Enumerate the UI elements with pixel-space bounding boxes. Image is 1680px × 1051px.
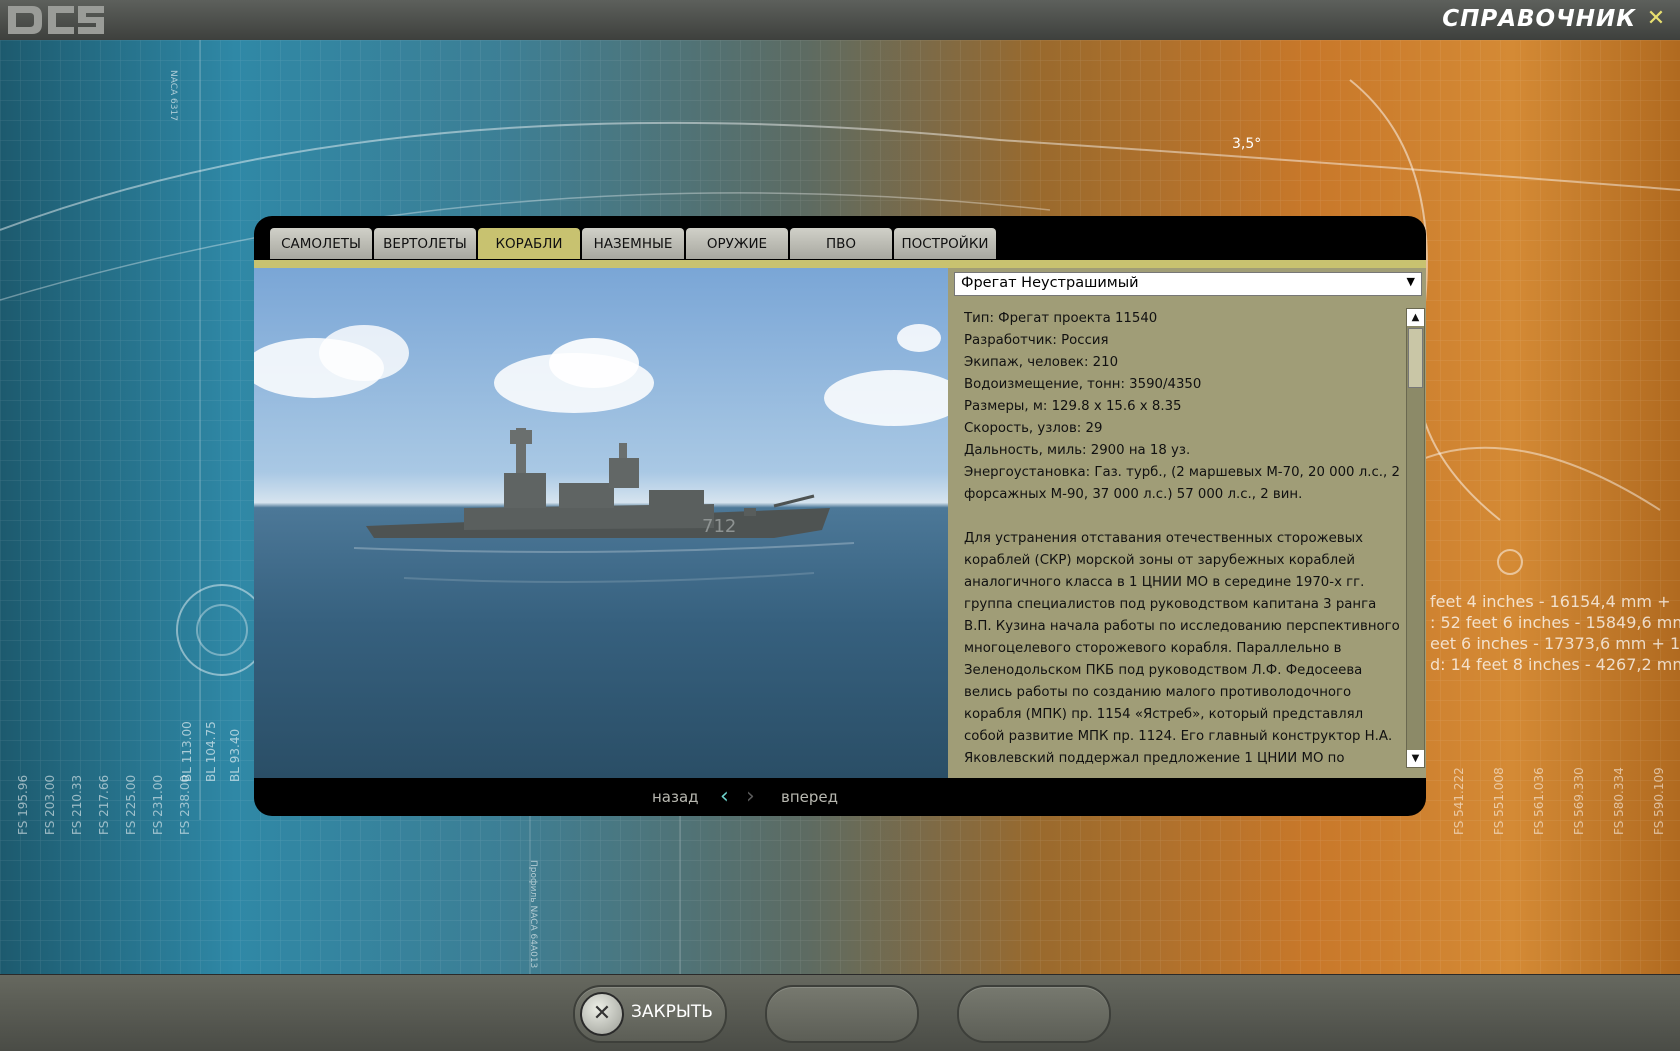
close-icon[interactable]: ✕ <box>1644 6 1668 32</box>
unit-preview-image: 712 <box>254 268 948 778</box>
hull-number: 712 <box>702 516 736 537</box>
station-label: BL 113.00 <box>180 721 194 782</box>
close-circle-icon: ✕ <box>580 992 624 1036</box>
image-navigation: назад ‹ › вперед <box>254 778 1426 816</box>
close-button-label: ЗАКРЫТЬ <box>631 1002 713 1022</box>
dimension-label: feet 4 inches - 16154,4 mm + <box>1430 592 1671 611</box>
unit-select-dropdown[interactable]: Фрегат Неустрашимый ▼ <box>954 272 1422 296</box>
naca-label: NACA 6317 <box>168 70 178 121</box>
spec-line: Водоизмещение, тонн: 3590/4350 <box>964 377 1202 392</box>
spec-line: Тип: Фрегат проекта 11540 <box>964 311 1158 326</box>
tab-4[interactable]: ОРУЖИЕ <box>686 228 788 259</box>
dimension-label: d: 14 feet 8 inches - 4267,2 mm <box>1430 655 1680 674</box>
spec-line: Размеры, м: 129.8 x 15.6 x 8.35 <box>964 399 1182 414</box>
close-button[interactable]: ✕ ЗАКРЫТЬ <box>573 985 727 1043</box>
tab-5[interactable]: ПВО <box>790 228 892 259</box>
station-label: FS 569.330 <box>1572 767 1586 835</box>
spec-list: Тип: Фрегат проекта 11540 Разработчик: Ро… <box>964 308 1404 506</box>
chevron-down-icon: ▼ <box>1406 275 1415 288</box>
naca-label: Профиль NACA 64A013 <box>528 860 538 969</box>
station-label: FS 551.008 <box>1492 767 1506 835</box>
scroll-thumb[interactable] <box>1408 328 1423 388</box>
station-label: FS 590.109 <box>1652 767 1666 835</box>
chevron-left-icon[interactable]: ‹ <box>720 784 740 809</box>
bottom-bar: ✕ ЗАКРЫТЬ <box>0 974 1680 1051</box>
tab-2[interactable]: КОРАБЛИ <box>478 228 580 259</box>
spec-line: Дальность, миль: 2900 на 18 уз. <box>964 443 1191 458</box>
station-label: FS 580.334 <box>1612 767 1626 835</box>
page-title: СПРАВОЧНИК <box>1442 6 1636 32</box>
dimension-label: : 52 feet 6 inches - 15849,6 mm <box>1430 613 1680 632</box>
station-label: FS 561.036 <box>1532 767 1546 835</box>
description-paragraph: Для устранения отставания отечественных … <box>964 531 1400 766</box>
ship-render: 712 <box>254 324 948 583</box>
station-label: FS 231.00 <box>151 774 165 835</box>
station-label: BL 93.40 <box>228 728 242 782</box>
tab-6[interactable]: ПОСТРОЙКИ <box>894 228 996 259</box>
tab-1[interactable]: ВЕРТОЛЕТЫ <box>374 228 476 259</box>
scroll-up-icon[interactable]: ▲ <box>1407 309 1424 326</box>
unit-description-text: Тип: Фрегат проекта 11540 Разработчик: Ро… <box>964 308 1404 768</box>
empty-button-3[interactable] <box>957 985 1111 1043</box>
station-label: FS 195.96 <box>16 774 30 835</box>
unit-select-value: Фрегат Неустрашимый <box>961 275 1139 291</box>
station-label: FS 238.00 <box>178 774 192 835</box>
spec-line: Разработчик: Россия <box>964 333 1109 348</box>
scroll-down-icon[interactable]: ▼ <box>1407 750 1424 767</box>
angle-label: 3,5° <box>1232 136 1262 152</box>
tab-3[interactable]: НАЗЕМНЫЕ <box>582 228 684 259</box>
station-label: FS 210.33 <box>70 774 84 835</box>
encyclopedia-panel: САМОЛЕТЫ ВЕРТОЛЕТЫ КОРАБЛИ НАЗЕМНЫЕ ОРУЖИЕ ПВ… <box>254 216 1426 816</box>
station-label: FS 217.66 <box>97 774 111 835</box>
description-scrollbar[interactable]: ▲ ▼ <box>1406 308 1425 768</box>
dcs-logo <box>8 6 104 34</box>
station-label: FS 203.00 <box>43 774 57 835</box>
chevron-right-icon[interactable]: › <box>746 784 766 809</box>
top-bar: СПРАВОЧНИК ✕ <box>0 0 1680 41</box>
empty-button-2[interactable] <box>765 985 919 1043</box>
forward-link[interactable]: вперед <box>781 788 838 806</box>
tab-underline <box>254 260 1426 268</box>
station-label: BL 104.75 <box>204 721 218 782</box>
unit-info-panel: Фрегат Неустрашимый ▼ Тип: Фрегат проект… <box>948 268 1426 778</box>
spec-line: Экипаж, человек: 210 <box>964 355 1119 370</box>
spec-line: Энергоустановка: Газ. турб., (2 маршевых… <box>964 465 1400 502</box>
spec-line: Скорость, узлов: 29 <box>964 421 1103 436</box>
back-link[interactable]: назад <box>652 788 699 806</box>
tab-0[interactable]: САМОЛЕТЫ <box>270 228 372 259</box>
dimension-label: eet 6 inches - 17373,6 mm + 1 <box>1430 634 1680 653</box>
station-label: FS 225.00 <box>124 774 138 835</box>
station-label: FS 541.222 <box>1452 767 1466 835</box>
